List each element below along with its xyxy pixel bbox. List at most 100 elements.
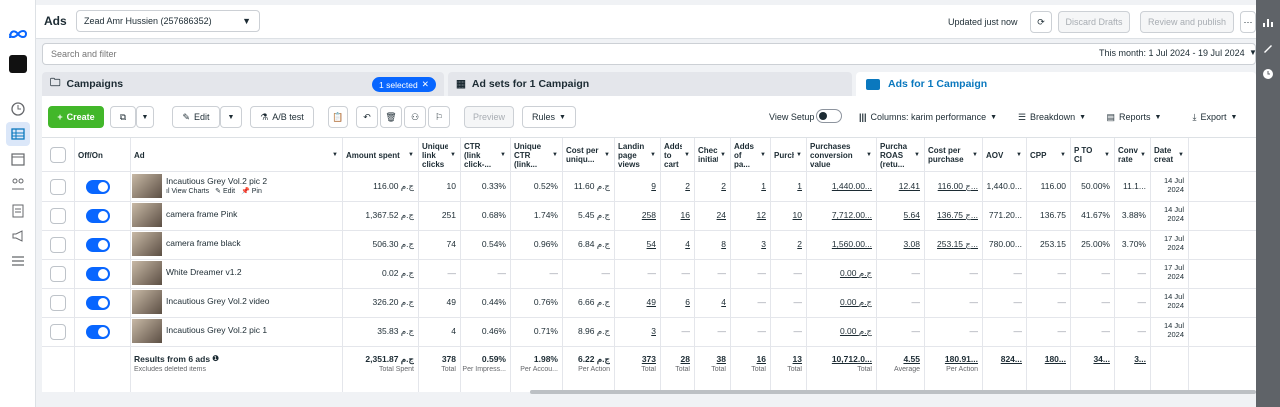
ad-name[interactable]: Incautious Grey Vol.2 pic 1 — [166, 325, 336, 335]
preview-button[interactable]: Preview — [464, 106, 514, 128]
column-header-c17[interactable]: Date creat — [1154, 141, 1176, 169]
cell-c6[interactable]: 16 — [662, 210, 690, 220]
column-header-c16[interactable]: Conve rate — [1118, 141, 1138, 169]
sort-chevron-icon[interactable]: ▼ — [332, 152, 338, 158]
review-publish-button[interactable]: Review and publish — [1140, 11, 1234, 33]
sort-chevron-icon[interactable]: ▼ — [1178, 152, 1184, 158]
cell-c8[interactable]: 3 — [732, 239, 766, 249]
column-header-c11[interactable]: Purcha ROAS (retu... — [880, 141, 912, 169]
rules-button[interactable]: Rules ▼ — [522, 106, 576, 128]
undo-button[interactable]: ↶ — [356, 106, 378, 128]
breakdown-button[interactable]: ☰ Breakdown ▼ — [1012, 106, 1092, 128]
cell-c9[interactable]: 1 — [772, 181, 802, 191]
ad-name[interactable]: Incautious Grey Vol.2 video — [166, 296, 336, 306]
cell-c9[interactable]: 10 — [772, 210, 802, 220]
column-header-ad[interactable]: Ad — [134, 141, 330, 169]
ad-name[interactable]: camera frame Pink — [166, 209, 336, 219]
edit-button[interactable]: ✎ Edit — [172, 106, 220, 128]
cell-c5[interactable]: 49 — [616, 297, 656, 307]
sort-chevron-icon[interactable]: ▼ — [408, 152, 414, 158]
cell-c8[interactable]: 1 — [732, 181, 766, 191]
cell-c10[interactable]: 0.00 ج.م — [808, 297, 872, 308]
sort-chevron-icon[interactable]: ▼ — [500, 152, 506, 158]
cell-c9[interactable]: 2 — [772, 239, 802, 249]
column-header-c13[interactable]: AOV — [986, 141, 1014, 169]
cell-c10[interactable]: 1,560.00... — [808, 239, 872, 249]
sort-chevron-icon[interactable]: ▼ — [450, 152, 456, 158]
cell-c7[interactable]: 4 — [696, 297, 726, 307]
row-checkbox[interactable] — [50, 295, 66, 311]
row-checkbox[interactable] — [50, 324, 66, 340]
selected-badge[interactable]: 1 selected ✕ — [372, 77, 436, 92]
table-row[interactable]: Incautious Grey Vol.2 pic 2 ıl View Charts… — [42, 172, 1256, 201]
audience-icon[interactable] — [6, 172, 30, 196]
sort-chevron-icon[interactable]: ▼ — [604, 152, 610, 158]
sort-chevron-icon[interactable]: ▼ — [796, 152, 802, 158]
columns-button[interactable]: ||| Columns: karim performance ▼ — [850, 106, 1006, 128]
horizontal-scrollbar[interactable] — [530, 390, 1256, 394]
sort-chevron-icon[interactable]: ▼ — [760, 152, 766, 158]
column-header-c12[interactable]: Cost per purchase — [928, 141, 970, 169]
row-checkbox[interactable] — [50, 208, 66, 224]
ad-name[interactable]: White Dreamer v1.2 — [166, 267, 336, 277]
date-range-picker[interactable]: This month: 1 Jul 2024 - 19 Jul 2024 — [1099, 48, 1245, 58]
delete-button[interactable]: 🗑 — [380, 106, 402, 128]
close-icon[interactable]: ✕ — [422, 79, 429, 90]
column-header-c0[interactable]: Amount spent — [346, 141, 406, 169]
search-input[interactable] — [51, 47, 651, 61]
sort-chevron-icon[interactable]: ▼ — [684, 152, 690, 158]
clock-history-icon[interactable] — [1256, 62, 1280, 86]
cell-c6[interactable]: 6 — [662, 297, 690, 307]
column-header-c7[interactable]: Check initiat — [698, 141, 718, 169]
cell-c6[interactable]: 4 — [662, 239, 690, 249]
cell-c11[interactable]: 3.08 — [878, 239, 920, 249]
edit-link[interactable]: ✎ Edit — [215, 188, 235, 195]
column-header-c10[interactable]: Purchases conversion value — [810, 141, 864, 169]
info-icon[interactable]: ❶ — [212, 354, 219, 363]
column-header-c14[interactable]: CPP — [1030, 141, 1058, 169]
sort-chevron-icon[interactable]: ▼ — [552, 152, 558, 158]
column-header-c4[interactable]: Cost per uniqu... — [566, 141, 602, 169]
cell-c11[interactable]: 12.41 — [878, 181, 920, 191]
sort-chevron-icon[interactable]: ▼ — [914, 152, 920, 158]
cell-c5[interactable]: 9 — [616, 181, 656, 191]
account-avatar-icon[interactable] — [6, 52, 30, 76]
cell-c6[interactable]: 2 — [662, 181, 690, 191]
catalog-icon[interactable] — [6, 199, 30, 223]
cell-c7[interactable]: 24 — [696, 210, 726, 220]
column-header-c6[interactable]: Adds to cart — [664, 141, 682, 169]
rules-icon-button[interactable]: ⚐ — [428, 106, 450, 128]
sort-chevron-icon[interactable]: ▼ — [1060, 152, 1066, 158]
cell-c10[interactable]: 1,440.00... — [808, 181, 872, 191]
ab-test-button[interactable]: ⚗ A/B test — [250, 106, 314, 128]
megaphone-icon[interactable] — [6, 224, 30, 248]
clock-icon[interactable] — [6, 97, 30, 121]
duplicate-dropdown[interactable]: ▼ — [136, 106, 154, 128]
sort-chevron-icon[interactable]: ▼ — [650, 152, 656, 158]
table-row[interactable]: White Dreamer v1.2 0.02 ج.م — — — — — — — — — 0.00 … — [42, 259, 1256, 288]
pencil-icon[interactable] — [1256, 36, 1280, 60]
row-checkbox[interactable] — [50, 237, 66, 253]
menu-icon[interactable] — [6, 249, 30, 273]
export-button[interactable]: ⤓ Export ▼ — [1178, 106, 1252, 128]
cell-c10[interactable]: 0.00 ج.م — [808, 268, 872, 279]
discard-drafts-button[interactable]: Discard Drafts — [1058, 11, 1130, 33]
account-selector[interactable]: Zead Amr Hussien (257686352) ▼ — [76, 10, 260, 32]
tag-button[interactable]: ⚇ — [404, 106, 426, 128]
cell-c12[interactable]: 253.15 ج... — [926, 239, 978, 250]
ad-toggle[interactable] — [86, 325, 110, 339]
table-row[interactable]: camera frame black 506.30 ج.م 74 0.54% 0.96%… — [42, 230, 1256, 259]
sort-chevron-icon[interactable]: ▼ — [720, 152, 726, 158]
cell-c12[interactable]: 116.00 ج... — [926, 181, 978, 192]
ad-toggle[interactable] — [86, 209, 110, 223]
duplicate-button[interactable]: ⧉ — [110, 106, 136, 128]
ad-name[interactable]: camera frame black — [166, 238, 336, 248]
column-header-c2[interactable]: CTR (link click-... — [464, 141, 498, 169]
column-header-offon[interactable]: Off/On — [78, 141, 118, 169]
cell-c10[interactable]: 7,712.00... — [808, 210, 872, 220]
column-header-c8[interactable]: Adds of pa... — [734, 141, 758, 169]
tab-ads[interactable]: Ads for 1 Campaign — [856, 72, 1256, 96]
sort-chevron-icon[interactable]: ▼ — [1104, 152, 1110, 158]
column-header-c3[interactable]: Unique CTR (link... — [514, 141, 550, 169]
table-row[interactable]: Incautious Grey Vol.2 pic 1 35.83 ج.م 4 0.4… — [42, 317, 1256, 346]
